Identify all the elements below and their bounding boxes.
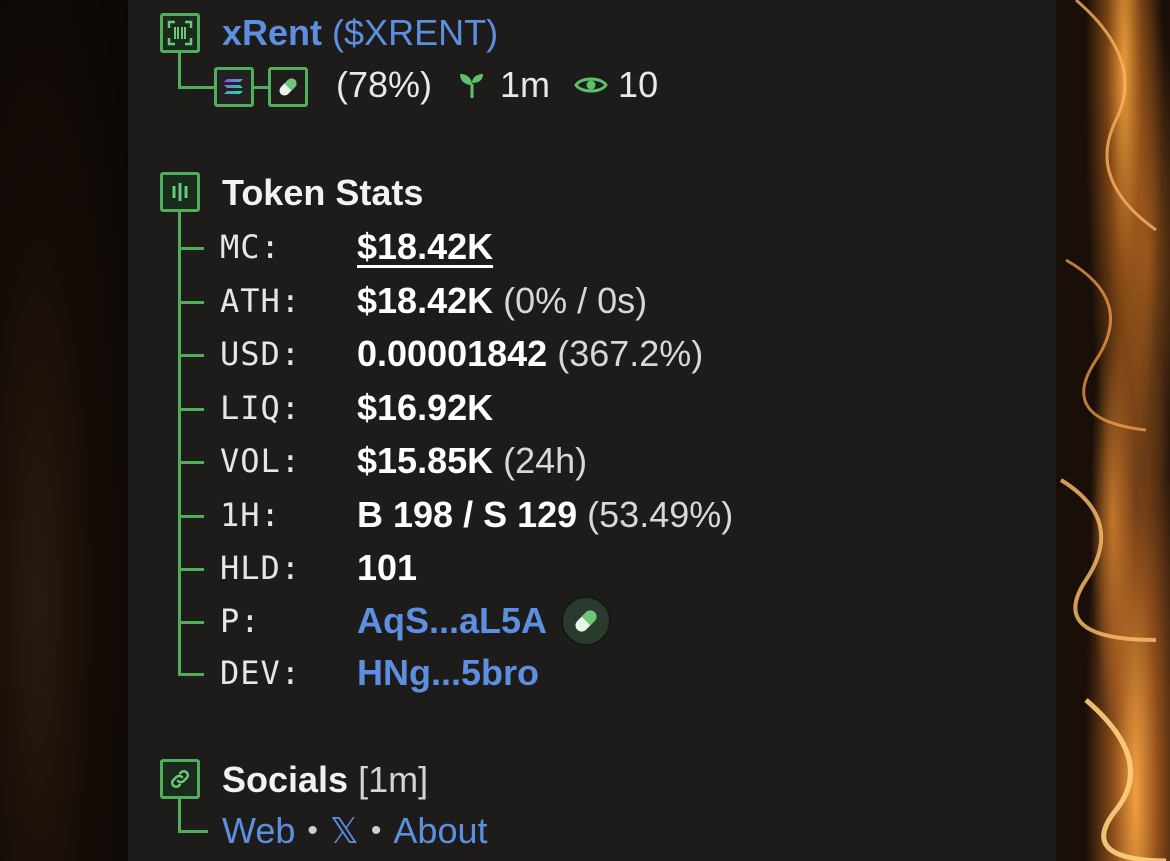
token-name-link[interactable]: xRent xyxy=(222,12,322,53)
stat-label: MC: xyxy=(220,228,281,266)
stat-label: USD: xyxy=(220,335,302,373)
market-cap-value[interactable]: $18.42K xyxy=(357,226,493,268)
tree-branch xyxy=(178,621,204,624)
holder-percent: (78%) xyxy=(336,64,433,105)
buys-sells-value: B 198 / S 129 xyxy=(357,494,578,535)
stat-label: 1H: xyxy=(220,496,281,534)
qr-scan-icon[interactable] xyxy=(160,13,200,53)
stat-row-vol: VOL: $15.85K (24h) xyxy=(220,436,587,486)
socials-links: Web • 𝕏 • About xyxy=(222,810,488,852)
stat-row-hld: HLD: 101 xyxy=(220,543,417,593)
token-ticker: ($XRENT) xyxy=(332,12,499,53)
background-left xyxy=(0,0,128,861)
separator-dot: • xyxy=(307,814,318,847)
ath-value: $18.42K xyxy=(357,280,494,321)
volume-period: (24h) xyxy=(503,440,588,481)
tree-branch xyxy=(178,354,204,357)
pill-icon[interactable] xyxy=(561,596,612,646)
tree-branch xyxy=(178,408,204,411)
socials-title: Socials [1m] xyxy=(222,759,428,801)
volume-value: $15.85K xyxy=(357,440,494,481)
liquidity-value: $16.92K xyxy=(357,387,494,428)
stat-label: VOL: xyxy=(220,442,302,480)
tree-branch xyxy=(178,830,208,833)
separator-dot: • xyxy=(370,814,382,847)
ath-extra: (0% / 0s) xyxy=(503,280,648,321)
dev-address-link[interactable]: HNg...5bro xyxy=(357,652,539,694)
eye-icon xyxy=(574,73,608,97)
stat-label: LIQ: xyxy=(220,389,302,427)
stat-row-pair: P: AqS...aL5A xyxy=(220,596,612,646)
usd-change: (367.2%) xyxy=(557,333,704,374)
tree-branch xyxy=(178,515,204,518)
stat-row-ath: ATH: $18.42K (0% / 0s) xyxy=(220,276,647,326)
tree-connector xyxy=(254,86,268,89)
pill-icon[interactable] xyxy=(268,67,308,107)
stat-row-usd: USD: 0.00001842 (367.2%) xyxy=(220,329,703,379)
tree-branch xyxy=(178,247,204,250)
token-title: xRent ($XRENT) xyxy=(222,12,498,54)
token-age: 1m xyxy=(500,64,551,105)
stat-row-1h: 1H: B 198 / S 129 (53.49%) xyxy=(220,490,733,540)
tree-connector xyxy=(178,86,214,89)
light-streaks-decoration xyxy=(1059,0,1167,861)
tree-branch xyxy=(178,301,204,304)
stats-tree-line xyxy=(178,212,181,675)
link-icon xyxy=(160,759,200,799)
socials-tree-line xyxy=(178,799,181,833)
stat-label: DEV: xyxy=(220,654,302,692)
socials-age: [1m] xyxy=(358,759,429,800)
solana-icon[interactable] xyxy=(214,67,254,107)
stat-row-mc: MC: $18.42K xyxy=(220,222,493,272)
sprout-icon xyxy=(458,70,486,100)
socials-label: Socials xyxy=(222,759,349,800)
pair-address-link[interactable]: AqS...aL5A xyxy=(357,600,547,642)
tree-branch xyxy=(178,461,204,464)
usd-price-value: 0.00001842 xyxy=(357,333,548,374)
holders-value: 101 xyxy=(357,547,418,588)
x-link[interactable]: 𝕏 xyxy=(330,810,359,852)
stat-row-liq: LIQ: $16.92K xyxy=(220,383,493,433)
background-right xyxy=(1056,0,1170,861)
tree-connector xyxy=(178,53,181,89)
stat-row-dev: DEV: HNg...5bro xyxy=(220,648,539,698)
token-meta-row: (78%) 1m 10 xyxy=(336,64,658,106)
tree-branch xyxy=(178,568,204,571)
stat-label: ATH: xyxy=(220,282,302,320)
web-link[interactable]: Web xyxy=(222,810,295,852)
stat-label: HLD: xyxy=(220,549,302,587)
stat-label: P: xyxy=(220,602,261,640)
watcher-count: 10 xyxy=(618,64,659,105)
buy-ratio: (53.49%) xyxy=(587,494,734,535)
about-link[interactable]: About xyxy=(393,810,487,852)
bars-icon xyxy=(160,172,200,212)
tree-branch xyxy=(178,673,204,676)
token-stats-title: Token Stats xyxy=(222,172,424,213)
